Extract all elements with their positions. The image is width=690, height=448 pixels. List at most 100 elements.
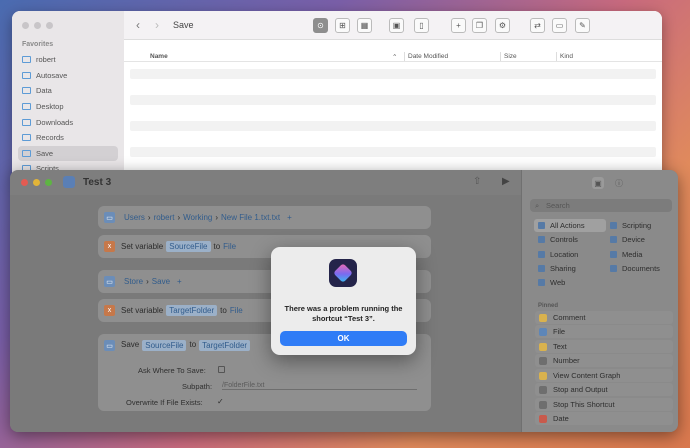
pencil-button[interactable]: ✎ <box>575 18 590 33</box>
trash-button[interactable]: ▯ <box>414 18 429 33</box>
close-button[interactable] <box>21 179 28 186</box>
category-location[interactable]: Location <box>534 248 582 261</box>
variable-value[interactable]: File <box>230 306 243 315</box>
column-name[interactable]: Name <box>150 53 168 60</box>
documents-icon <box>610 265 617 272</box>
minimize-button[interactable] <box>34 22 41 29</box>
sidebar-item-autosave[interactable]: Autosave <box>18 68 118 84</box>
path-segment[interactable]: Users <box>124 213 145 222</box>
run-play-icon[interactable]: ▶ <box>502 176 510 187</box>
category-controls[interactable]: Controls <box>534 233 582 246</box>
source-variable[interactable]: SourceFile <box>142 340 187 351</box>
list-row <box>130 147 656 157</box>
back-button[interactable]: ‹ <box>136 18 140 32</box>
library-tab-icon[interactable]: ▣ <box>592 177 604 189</box>
add-path-icon[interactable]: + <box>287 213 292 222</box>
category-device[interactable]: Device <box>606 233 649 246</box>
ask-where-checkbox[interactable] <box>218 366 225 373</box>
destination-variable[interactable]: TargetFolder <box>199 340 251 351</box>
variable-name[interactable]: TargetFolder <box>166 305 218 316</box>
category-sharing[interactable]: Sharing <box>534 262 580 275</box>
finder-window: Favorites robert Autosave Data Desktop D… <box>12 11 662 181</box>
forward-button[interactable]: › <box>155 18 159 32</box>
category-media[interactable]: Media <box>606 248 646 261</box>
column-date-modified[interactable]: Date Modified <box>408 53 448 60</box>
action-search-input[interactable]: ⌕ Search <box>530 199 672 212</box>
sidebar-item-desktop[interactable]: Desktop <box>18 99 118 115</box>
info-tab-icon[interactable]: ⓘ <box>613 177 625 189</box>
file-icon <box>539 327 547 336</box>
pinned-item-stop-and-output[interactable]: Stop and Output <box>535 383 673 396</box>
view-grid-button[interactable]: ⊞ <box>335 18 350 33</box>
category-scripting[interactable]: Scripting <box>606 219 655 232</box>
column-kind[interactable]: Kind <box>560 53 573 60</box>
share-icon[interactable]: ⇧ <box>473 176 481 187</box>
stop-icon <box>539 400 547 409</box>
sidebar-item-downloads[interactable]: Downloads <box>18 114 118 130</box>
variable-value[interactable]: File <box>223 242 236 251</box>
pinned-item-file[interactable]: File <box>535 325 673 338</box>
path-segment[interactable]: robert <box>154 213 175 222</box>
variable-name[interactable]: SourceFile <box>166 241 211 252</box>
path-action[interactable]: ▭ Users › robert › Working › New File 1.txt… <box>98 206 431 229</box>
scripting-icon <box>610 222 617 229</box>
view-columns-button[interactable]: ▦ <box>357 18 372 33</box>
ok-button[interactable]: OK <box>280 331 407 346</box>
column-header: Name ⌃ Date Modified Size Kind <box>124 51 662 62</box>
path-segment[interactable]: New File 1.txt.txt <box>221 213 280 222</box>
add-path-icon[interactable]: + <box>177 277 182 286</box>
shortcuts-traffic-lights <box>21 179 52 186</box>
pinned-item-stop-this-shortcut[interactable]: Stop This Shortcut <box>535 398 673 411</box>
action-button[interactable]: ⚙ <box>495 18 510 33</box>
category-documents[interactable]: Documents <box>606 262 664 275</box>
subpath-input[interactable]: /FolderFile.txt <box>222 382 417 390</box>
category-label: All Actions <box>550 221 585 230</box>
pinned-item-text[interactable]: Text <box>535 340 673 353</box>
file-list <box>130 69 656 173</box>
calendar-icon <box>539 414 547 423</box>
overwrite-checkbox[interactable]: ✓ <box>217 397 224 406</box>
pinned-item-number[interactable]: Number <box>535 354 673 367</box>
folder-icon: ▭ <box>104 212 115 223</box>
panel-icon: ▣ <box>392 21 401 30</box>
minimize-button[interactable] <box>33 179 40 186</box>
folder-icon <box>22 149 31 157</box>
variable-icon: x <box>104 241 115 252</box>
sidebar-item-save[interactable]: Save <box>18 145 118 162</box>
sidebar-item-records[interactable]: Records <box>18 130 118 146</box>
path-segment[interactable]: Working <box>183 213 212 222</box>
device-icon <box>610 236 617 243</box>
zoom-button[interactable] <box>46 22 53 29</box>
pinned-item-date[interactable]: Date <box>535 412 673 425</box>
view-icon-mode-button[interactable]: ⊙ <box>313 18 328 33</box>
category-web[interactable]: Web <box>534 276 569 289</box>
alert-message: There was a problem running the shortcut… <box>284 304 403 323</box>
shortcut-title: Test 3 <box>83 177 112 188</box>
all-actions-icon <box>538 222 545 229</box>
folder-icon <box>22 71 31 79</box>
category-all-actions[interactable]: All Actions <box>534 219 606 232</box>
shortcut-editor: ▭ Users › robert › Working › New File 1.txt… <box>10 195 521 432</box>
web-icon <box>538 279 545 286</box>
finder-traffic-lights <box>22 22 53 29</box>
text-icon <box>539 342 547 351</box>
category-label: Documents <box>622 264 660 273</box>
zoom-button[interactable] <box>45 179 52 186</box>
path-segment[interactable]: Store <box>124 277 143 286</box>
path-segment[interactable]: Save <box>152 277 170 286</box>
toolbar-option-button[interactable]: ▣ <box>389 18 404 33</box>
new-folder-button[interactable]: + <box>451 18 466 33</box>
close-button[interactable] <box>22 22 29 29</box>
to-label: to <box>189 340 197 349</box>
overwrite-label: Overwrite If File Exists: <box>126 398 203 407</box>
sidebar-item-data[interactable]: Data <box>18 83 118 99</box>
sync-button[interactable]: ⇄ <box>530 18 545 33</box>
pinned-item-comment[interactable]: Comment <box>535 311 673 324</box>
column-size[interactable]: Size <box>504 53 517 60</box>
folder-button[interactable]: ▭ <box>552 18 567 33</box>
copy-button[interactable]: ❐ <box>472 18 487 33</box>
sidebar-item-robert[interactable]: robert <box>18 52 118 68</box>
sidebar-item-label: Records <box>36 133 64 143</box>
list-row <box>130 82 656 92</box>
pinned-item-view-content-graph[interactable]: View Content Graph <box>535 369 673 382</box>
